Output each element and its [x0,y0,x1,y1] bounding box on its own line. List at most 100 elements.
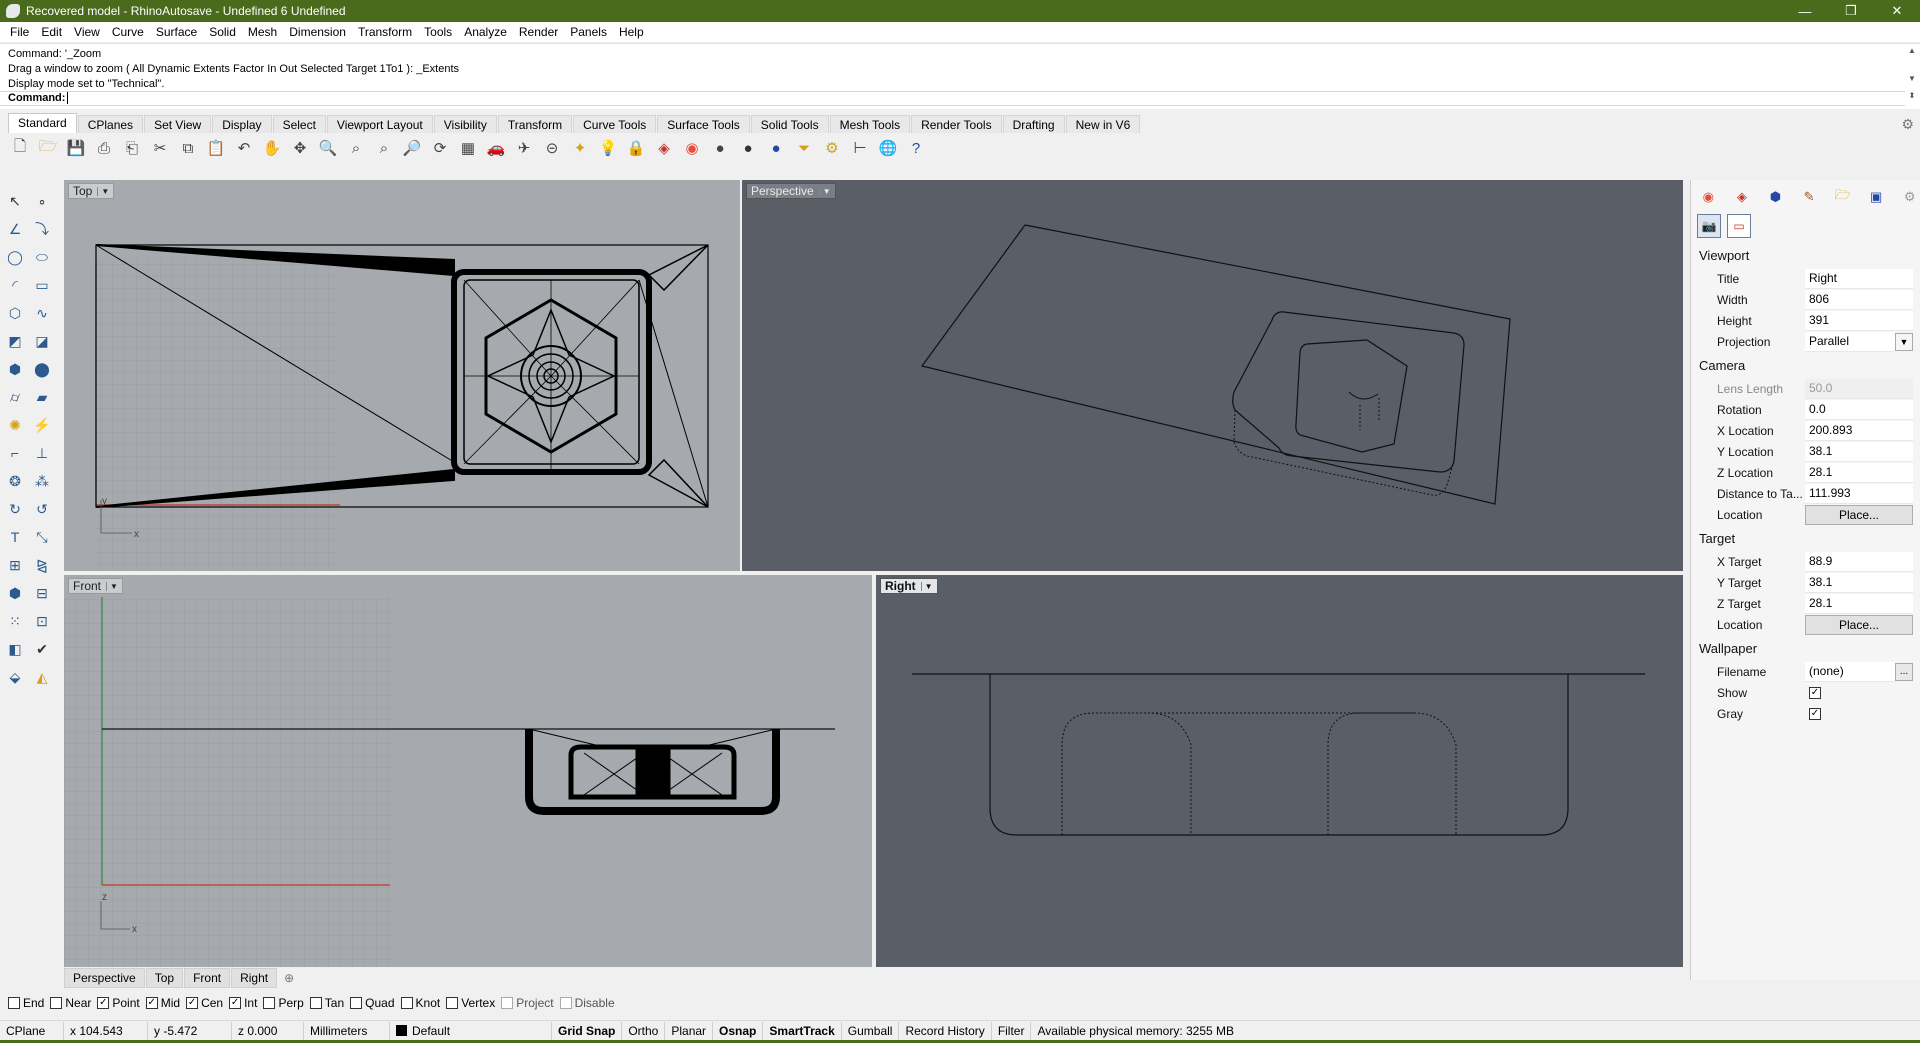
chevron-down-icon[interactable]: ▼ [1895,332,1913,351]
x-target-field[interactable]: 88.9 [1805,551,1913,572]
filename-field[interactable]: (none) [1805,661,1895,682]
tab-cplanes[interactable]: CPlanes [77,115,144,133]
y-location-field[interactable]: 38.1 [1805,441,1913,462]
y-target-field[interactable]: 38.1 [1805,572,1913,593]
toolbar-settings-gear-icon[interactable]: ⚙ [1901,116,1914,133]
zoom-icon[interactable]: 🔎 [400,136,424,160]
ellipse-icon[interactable]: ⬭ [31,246,53,268]
osnap-end[interactable]: End [8,996,44,1010]
box-icon[interactable]: ⬢ [4,358,26,380]
osnap-project[interactable]: Project [501,996,554,1010]
dimension-icon[interactable]: ⊢ [848,136,872,160]
distance-to-target-field[interactable]: 111.993 [1805,483,1913,504]
osnap-cen[interactable]: ✓ Cen [186,996,223,1010]
viewport-tab-right[interactable]: Right [231,968,278,988]
menu-mesh[interactable]: Mesh [242,25,283,39]
circle-icon[interactable]: ◯ [4,246,26,268]
osnap-int[interactable]: ✓ Int [229,996,257,1010]
osnap-checkbox[interactable] [446,997,459,1009]
rotate-tool-icon[interactable]: ↻ [4,498,26,520]
viewport-frame-icon[interactable]: ▭ [1727,214,1751,238]
tab-visibility[interactable]: Visibility [433,115,497,133]
tab-curve-tools[interactable]: Curve Tools [573,115,657,133]
tab-standard[interactable]: Standard [8,113,77,133]
lock-icon[interactable]: 🔒 [624,136,648,160]
rotate-view-icon[interactable]: ⟳ [428,136,452,160]
viewport-top[interactable]: y x Top ▼ [64,180,740,571]
menu-solid[interactable]: Solid [203,25,242,39]
show-checkbox[interactable]: ✓ [1809,686,1821,699]
status-osnap[interactable]: Osnap [713,1021,764,1040]
move-icon[interactable]: ✥ [288,136,312,160]
zoom-window-icon[interactable]: 🔍 [316,136,340,160]
surface-edge-icon[interactable]: ◪ [31,330,53,352]
paint-tab-icon[interactable]: ✎ [1798,186,1821,208]
pan-icon[interactable]: ✋ [260,136,284,160]
light-tool-icon[interactable]: ⚡ [31,414,53,436]
tab-drafting[interactable]: Drafting [1002,115,1065,133]
status-gumball[interactable]: Gumball [842,1021,900,1040]
four-view-icon[interactable]: ▦ [456,136,480,160]
fillet-icon[interactable]: ⌐ [4,442,26,464]
freeform-icon[interactable]: ∿ [31,302,53,324]
title-field[interactable]: Right [1805,268,1913,289]
tab-surface-tools[interactable]: Surface Tools [657,115,750,133]
viewport-tab-perspective[interactable]: Perspective [64,968,145,988]
scroll-up-arrow-icon[interactable]: ▲ [1906,46,1918,55]
material-icon[interactable]: ◈ [652,136,676,160]
menu-transform[interactable]: Transform [352,25,418,39]
color-wheel-icon[interactable]: ◉ [680,136,704,160]
osnap-point[interactable]: ✓ Point [97,996,140,1010]
viewport-tab-top[interactable]: Top [145,968,184,988]
osnap-checkbox[interactable] [263,997,276,1009]
osnap-vertex[interactable]: Vertex [446,996,495,1010]
tab-solid-tools[interactable]: Solid Tools [750,115,829,133]
dropdown-arrow-icon[interactable]: ▼ [920,581,933,591]
viewport-title-front[interactable]: Front ▼ [68,578,123,594]
x-location-field[interactable]: 200.893 [1805,420,1913,441]
osnap-knot[interactable]: Knot [400,996,440,1010]
osnap-checkbox[interactable] [309,997,322,1009]
status-grid-snap[interactable]: Grid Snap [552,1021,623,1040]
folder-tab-icon[interactable]: 🗁 [1831,186,1854,208]
explode-icon[interactable]: ⁂ [31,470,53,492]
osnap-mid[interactable]: ✓ Mid [145,996,180,1010]
sphere-icon[interactable]: ● [708,136,732,160]
copy-icon[interactable]: ⧉ [176,136,200,160]
plane-icon[interactable]: ✈ [512,136,536,160]
camera-icon[interactable]: 📷 [1697,214,1721,238]
cylinder-icon[interactable]: ⌭ [4,386,26,408]
polyline-icon[interactable]: ∠ [4,218,26,240]
viewport-tab-front[interactable]: Front [184,968,231,988]
menu-panels[interactable]: Panels [564,25,613,39]
scale-tool-icon[interactable]: ↺ [31,498,53,520]
select-arrow-icon[interactable]: ↖ [4,190,26,212]
mesh-tool-icon[interactable]: ✺ [4,414,26,436]
point-tool-icon[interactable]: ∘ [31,190,53,212]
analyze-icon[interactable]: ⊡ [31,610,53,632]
globe-icon[interactable]: 🌐 [876,136,900,160]
menu-render[interactable]: Render [513,25,564,39]
properties-tab-color-icon[interactable]: ◉ [1697,186,1720,208]
transform-tool-icon[interactable]: ⊞ [4,554,26,576]
open-icon[interactable]: 🗁 [36,136,60,160]
menu-tools[interactable]: Tools [418,25,458,39]
check-icon[interactable]: ✔ [31,638,53,660]
viewport-title-right[interactable]: Right ▼ [880,578,938,594]
command-prompt[interactable]: Command: [0,91,1905,106]
tab-set-view[interactable]: Set View [144,115,212,133]
height-field[interactable]: 391 [1805,310,1913,331]
gray-checkbox[interactable]: ✓ [1809,707,1821,720]
minimize-button[interactable]: — [1782,0,1828,22]
viewport-title-top[interactable]: Top ▼ [68,183,115,199]
osnap-near[interactable]: Near [50,996,91,1010]
trim-icon[interactable]: ⊥ [31,442,53,464]
tab-mesh-tools[interactable]: Mesh Tools [829,115,911,133]
status-ortho[interactable]: Ortho [622,1021,666,1040]
undo-icon[interactable]: ↶ [232,136,256,160]
z-target-field[interactable]: 28.1 [1805,593,1913,614]
osnap-tan[interactable]: Tan [309,996,344,1010]
rotation-field[interactable]: 0.0 [1805,399,1913,420]
menu-dimension[interactable]: Dimension [283,25,352,39]
osnap-checkbox[interactable] [8,997,20,1009]
